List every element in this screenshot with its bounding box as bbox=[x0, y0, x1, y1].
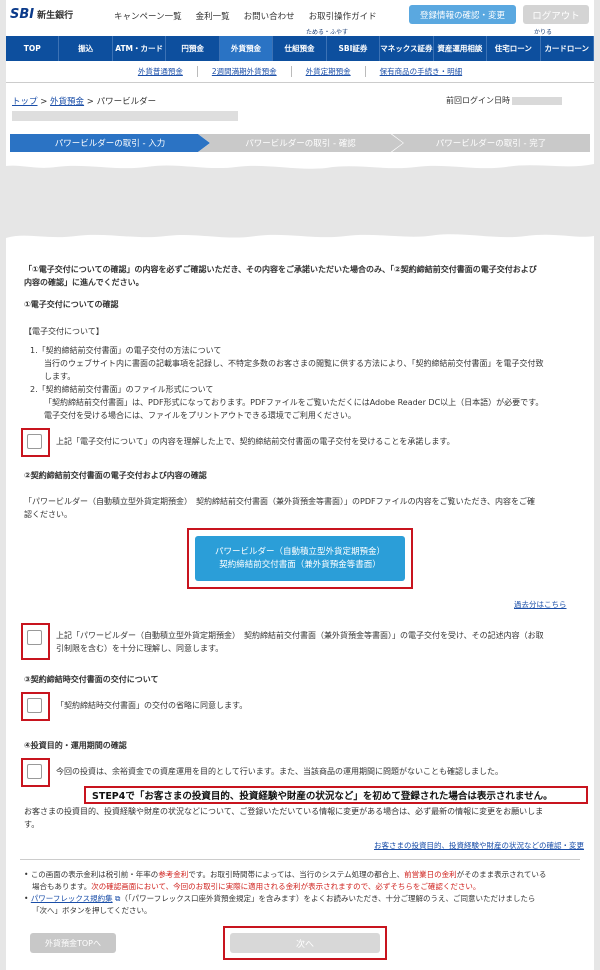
last-login: 前回ログイン日時 bbox=[446, 95, 562, 106]
step-confirm: パワービルダーの取引 - 確認 bbox=[198, 134, 403, 152]
breadcrumb-sep: > bbox=[84, 97, 97, 107]
step-complete: パワービルダーの取引 - 完了 bbox=[392, 134, 590, 152]
nav-transfer[interactable]: 振込 bbox=[59, 36, 113, 61]
page: SBI 新生銀行 キャンペーン一覧 金利一覧 お問い合わせ お取引操作ガイド 登… bbox=[6, 0, 594, 970]
breadcrumb-top[interactable]: トップ bbox=[12, 97, 38, 107]
account-info-blurred bbox=[12, 111, 238, 121]
section-4-note-2: す。 bbox=[24, 820, 40, 829]
note-1: • この画面の表示金利は税引前・年率の参考金利です。お取引時間帯によっては、当行… bbox=[24, 870, 547, 879]
nav-group-save: ためる・ふやす bbox=[306, 29, 349, 36]
past-documents-link[interactable]: 過去分はこちら bbox=[514, 599, 567, 610]
breadcrumb-current: パワービルダー bbox=[96, 97, 157, 107]
note-4: 「次へ」ボタンを押してください。 bbox=[32, 906, 152, 915]
breadcrumb-sep: > bbox=[37, 97, 51, 107]
nav-structured-deposit[interactable]: 仕組預金 bbox=[273, 36, 327, 61]
section-3-title: ③契約締結時交付書面の交付について bbox=[24, 675, 159, 684]
section-1-subtitle: 【電子交付について】 bbox=[24, 327, 104, 336]
consent-checkbox-omit-delivery[interactable] bbox=[27, 698, 42, 713]
nav-foreign-deposit[interactable]: 外貨預金 bbox=[219, 36, 274, 61]
sub-nav: 外貨普通預金 2週間満期外貨預金 外貨定期預金 保有商品の手続き・明細 bbox=[6, 61, 594, 83]
note-2: 場合もあります。次の確認画面において、今回のお取引に実際に適用される金利が表示さ… bbox=[32, 881, 480, 892]
powerflex-terms-link[interactable]: パワーフレックス規約集 bbox=[31, 894, 113, 903]
nav-top[interactable]: TOP bbox=[6, 36, 60, 61]
section-2-text-2: 認ください。 bbox=[24, 510, 72, 519]
nav-asset-consulting[interactable]: 資産運用相談 bbox=[434, 36, 488, 61]
guide-link[interactable]: お取引操作ガイド bbox=[309, 10, 377, 22]
section-1-item-1-text-cont: します。 bbox=[44, 372, 76, 381]
section-2-text-1: 「パワービルダー（自動積立型外貨定期預金） 契約締結前交付書面（兼外貨預金等書面… bbox=[24, 497, 536, 506]
header: SBI 新生銀行 キャンペーン一覧 金利一覧 お問い合わせ お取引操作ガイド 登… bbox=[6, 0, 594, 30]
section-1-item-2-text-cont: 電子交付を受ける場合には、ファイルをプリントアウトできる環境でご利用ください。 bbox=[44, 411, 356, 420]
note-2-warning: 次の確認画面において、今回のお取引に実際に適用される金利が表示されますので、必ず… bbox=[91, 882, 481, 891]
note-2-a: 場合もあります。 bbox=[32, 882, 92, 891]
note-1-e: がそのまま表示されている bbox=[456, 870, 547, 879]
section-1-title: ①電子交付についての確認 bbox=[24, 300, 119, 309]
section-4-note-1: お客さまの投資目的、投資経験や財産の状況などについて、ご登録いただいている情報に… bbox=[24, 807, 544, 816]
note-1-c: です。お取引時間帯によっては、当行のシステム処理の都合上、 bbox=[188, 870, 405, 879]
breadcrumb-fx[interactable]: 外貨預金 bbox=[50, 97, 84, 107]
step4-callout-note: STEP4で「お客さまの投資目的、投資経験や財産の状況など」を初めて登録された場… bbox=[84, 786, 588, 804]
main-nav: TOP 振込 ATM・カード 円預金 外貨預金 仕組預金 SBI証券 マネックス… bbox=[6, 36, 594, 61]
nav-housing-loan[interactable]: 住宅ローン bbox=[487, 36, 541, 61]
torn-edge-top bbox=[6, 158, 594, 169]
consent-checkbox-investment-purpose[interactable] bbox=[27, 764, 42, 779]
intro-line-2: 内容の確認」に進んでください。 bbox=[24, 278, 144, 287]
note-1-previous-rate: 前営業日の金利 bbox=[404, 870, 457, 879]
logout-button[interactable]: ログアウト bbox=[523, 5, 589, 24]
header-links: キャンペーン一覧 金利一覧 お問い合わせ お取引操作ガイド bbox=[114, 10, 377, 22]
campaign-link[interactable]: キャンペーン一覧 bbox=[114, 10, 182, 22]
nav-card-loan[interactable]: カードローン bbox=[541, 36, 594, 61]
note-1-reference-rate: 参考金利 bbox=[158, 870, 189, 879]
pdf-button-line-2: 契約締結前交付書面（兼外貨預金等書面） bbox=[219, 559, 381, 570]
checkbox-1-label: 上記「電子交付について」の内容を理解した上で、契約締結前交付書面の電子交付を受け… bbox=[56, 437, 455, 446]
contact-link[interactable]: お問い合わせ bbox=[244, 10, 295, 22]
rates-link[interactable]: 金利一覧 bbox=[196, 10, 230, 22]
subnav-fx-time[interactable]: 外貨定期預金 bbox=[292, 66, 366, 77]
progress-steps: パワービルダーの取引 - 入力 パワービルダーの取引 - 確認 パワービルダーの… bbox=[10, 134, 590, 152]
last-login-label: 前回ログイン日時 bbox=[446, 96, 510, 105]
section-1-item-2: 2.「契約締結前交付書面」のファイル形式について bbox=[30, 385, 214, 394]
bank-logo[interactable]: SBI 新生銀行 bbox=[10, 7, 73, 22]
nav-group-labels: ためる・ふやす かりる bbox=[6, 27, 594, 36]
step-input: パワービルダーの取引 - 入力 bbox=[10, 134, 210, 152]
section-1-item-1-text: 当行のウェブサイト内に書面の記載事項を記録し、不特定多数のお客さまの閲覧に供する… bbox=[44, 359, 544, 368]
pdf-document-button[interactable]: パワービルダー（自動積立型外貨定期預金） 契約締結前交付書面（兼外貨預金等書面） bbox=[195, 536, 405, 581]
intro-line-1: 「①電子交付についての確認」の内容を必ずご確認いただき、その内容をご承諾いただい… bbox=[24, 265, 537, 274]
checkbox-2-label-2: 引制限を含む）を十分に理解し、同意します。 bbox=[56, 644, 224, 653]
last-login-value-blurred bbox=[512, 96, 562, 105]
torn-edge-bottom bbox=[6, 234, 594, 246]
nav-atm-card[interactable]: ATM・カード bbox=[113, 36, 167, 61]
logo-bank-name: 新生銀行 bbox=[37, 11, 74, 21]
note-3: • パワーフレックス規約集 ⧉（「パワーフレックス口座外貨預金規定」を含みます）… bbox=[24, 894, 536, 903]
note-1-a: この画面の表示金利は税引前・年率の bbox=[30, 870, 159, 879]
note-3-b: （「パワーフレックス口座外貨預金規定」を含みます）をよくお読みいただき、十分ご理… bbox=[120, 894, 536, 903]
section-1-item-1: 1.「契約締結前交付書面」の電子交付の方法について bbox=[30, 346, 222, 355]
subnav-fx-2week[interactable]: 2週間満期外貨預金 bbox=[198, 66, 292, 77]
checkbox-4-label: 今回の投資は、余裕資金での資産運用を目的として行います。また、当該商品の運用期間… bbox=[56, 767, 503, 776]
logo-sbi: SBI bbox=[10, 7, 35, 22]
nav-sbi-securities[interactable]: SBI証券 bbox=[327, 36, 381, 61]
checkbox-3-label: 「契約締結時交付書面」の交付の省略に同意します。 bbox=[56, 701, 248, 710]
breadcrumb: トップ > 外貨預金 > パワービルダー bbox=[12, 95, 156, 107]
nav-group-borrow: かりる bbox=[534, 29, 553, 36]
consent-checkbox-pdf[interactable] bbox=[27, 630, 42, 645]
checkbox-2-label-1: 上記「パワービルダー（自動積立型外貨定期預金） 契約締結前交付書面（兼外貨預金等… bbox=[56, 631, 544, 640]
consent-checkbox-electronic[interactable] bbox=[27, 434, 42, 449]
divider bbox=[20, 859, 580, 860]
investment-info-change-link[interactable]: お客さまの投資目的、投資経験や財産の状況などの確認・変更 bbox=[374, 840, 584, 851]
section-4-title: ④投資目的・運用期間の確認 bbox=[24, 741, 127, 750]
subnav-fx-ordinary[interactable]: 外貨普通預金 bbox=[124, 66, 198, 77]
nav-monex-securities[interactable]: マネックス証券 bbox=[380, 36, 434, 61]
nav-yen-deposit[interactable]: 円預金 bbox=[166, 36, 220, 61]
pdf-button-line-1: パワービルダー（自動積立型外貨定期預金） bbox=[214, 546, 385, 557]
next-button[interactable]: 次へ bbox=[230, 933, 380, 953]
register-info-button[interactable]: 登録情報の確認・変更 bbox=[409, 5, 516, 24]
omitted-section-divider bbox=[6, 158, 594, 246]
fx-top-back-button[interactable]: 外貨預金TOPへ bbox=[30, 933, 116, 953]
section-1-item-2-text: 「契約締結前交付書面」は、PDF形式になっております。PDFファイルをご覧いただ… bbox=[44, 398, 544, 407]
section-2-title: ②契約締結前交付書面の電子交付および内容の確認 bbox=[24, 471, 207, 480]
subnav-holdings[interactable]: 保有商品の手続き・明細 bbox=[366, 66, 477, 77]
